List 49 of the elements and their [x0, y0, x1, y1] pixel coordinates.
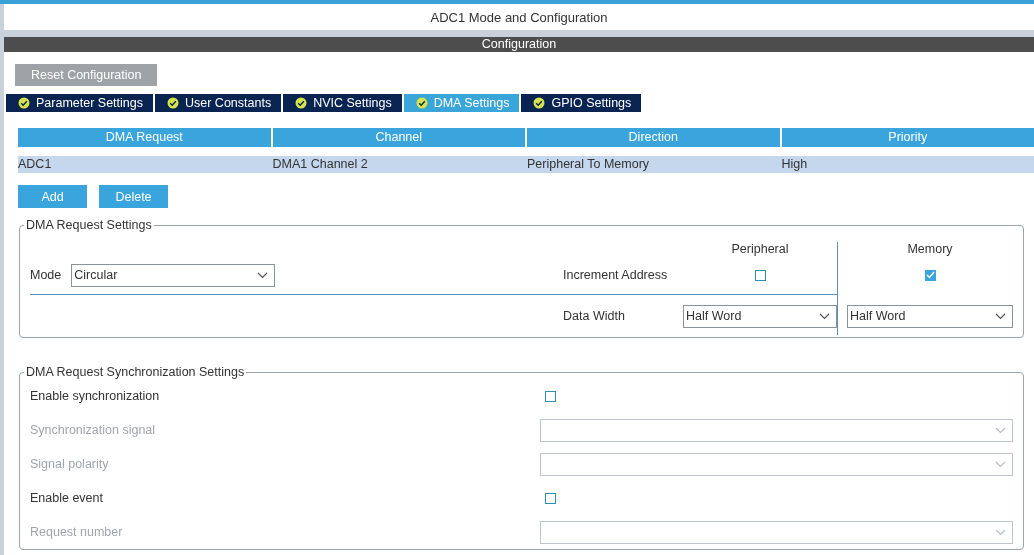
- checkbox[interactable]: [545, 390, 556, 402]
- column-header: Priority: [781, 128, 1034, 147]
- tab[interactable]: NVIC Settings: [283, 94, 402, 112]
- column-header: Direction: [527, 128, 780, 147]
- column-header: DMA Request: [18, 128, 271, 147]
- section-header: Configuration: [4, 37, 1034, 52]
- field-label: Synchronization signal: [30, 423, 157, 437]
- caret-icon: [995, 312, 1006, 320]
- caret-icon: [995, 426, 1006, 434]
- check-circle-icon: [167, 97, 179, 109]
- field-label: Signal polarity: [30, 457, 110, 471]
- window-title: ADC1 Mode and Configuration: [430, 9, 608, 25]
- column-label: Peripheral: [731, 242, 789, 256]
- check-circle-icon: [533, 97, 546, 109]
- check-circle-icon: [295, 97, 308, 109]
- caret-icon: [819, 312, 830, 320]
- check-circle-icon: [415, 97, 428, 109]
- field-label: Mode: [30, 268, 62, 282]
- tab[interactable]: Parameter Settings: [6, 94, 153, 112]
- group-title: DMA Request Synchronization Settings: [25, 365, 246, 379]
- caret-icon: [257, 271, 269, 279]
- checkbox[interactable]: [754, 269, 766, 281]
- table-row[interactable]: ADC1 DMA1 Channel 2 Peripheral To Memory High: [18, 156, 1034, 173]
- field-label: Request number: [30, 525, 124, 539]
- table-cell-text: High: [781, 156, 809, 173]
- caret-icon: [995, 528, 1006, 536]
- checkbox[interactable]: [924, 269, 936, 281]
- tab[interactable]: User Constants: [155, 94, 282, 112]
- table-cell-text: ADC1: [18, 156, 53, 173]
- field-label: Data Width: [563, 309, 626, 323]
- column-label: Memory: [907, 242, 953, 256]
- field-label: Enable event: [30, 491, 104, 505]
- check-circle-icon: [18, 97, 30, 109]
- table-cell-text: Peripheral To Memory: [527, 156, 651, 173]
- dropdown[interactable]: [540, 452, 1013, 476]
- dropdown[interactable]: [540, 520, 1013, 544]
- field-label: Increment Address: [563, 268, 668, 282]
- group-title: DMA Request Settings: [25, 218, 153, 232]
- table-cell-text: DMA1 Channel 2: [272, 156, 369, 173]
- dropdown[interactable]: [540, 418, 1013, 442]
- width-dropdown[interactable]: Half Word: [847, 304, 1013, 328]
- field-label: Enable synchronization: [30, 389, 161, 403]
- mode-dropdown[interactable]: Circular: [71, 263, 276, 287]
- width-dropdown[interactable]: Half Word: [683, 304, 837, 328]
- checkbox[interactable]: [545, 492, 556, 504]
- tab[interactable]: GPIO Settings: [521, 94, 642, 112]
- checkmark-icon: [925, 271, 935, 279]
- column-header: Channel: [272, 128, 525, 147]
- caret-icon: [995, 460, 1006, 468]
